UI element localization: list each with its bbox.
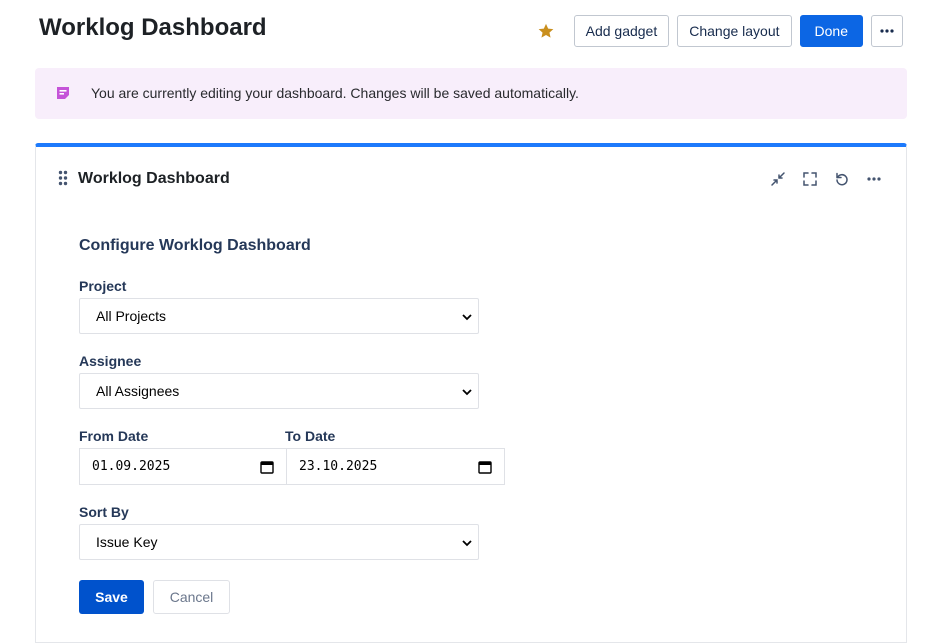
project-select[interactable]: All Projects [79,298,479,334]
chevron-down-icon [462,314,472,321]
config-heading: Configure Worklog Dashboard [79,237,311,254]
sort-by-select-value: Issue Key [96,534,158,550]
assignee-select-value: All Assignees [96,383,180,399]
gadget-card: Worklog Dashboard Configure Worklog Dash… [35,143,907,643]
to-date-label: To Date [285,428,336,444]
page-title: Worklog Dashboard [39,14,267,41]
assignee-select[interactable]: All Assignees [79,373,479,409]
edit-note-icon [55,85,71,101]
fullscreen-icon[interactable] [798,167,822,191]
cancel-button[interactable]: Cancel [153,580,230,614]
calendar-icon[interactable] [478,460,492,474]
gadget-actions [766,167,886,191]
banner-message: You are currently editing your dashboard… [91,85,579,101]
calendar-icon[interactable] [260,460,274,474]
refresh-icon[interactable] [830,167,854,191]
more-horizontal-icon[interactable] [862,167,886,191]
from-date-value: 01.09.2025 [92,459,171,474]
add-gadget-button[interactable]: Add gadget [573,15,670,47]
sort-by-label: Sort By [79,504,129,520]
star-icon[interactable] [534,15,558,47]
to-date-value: 23.10.2025 [299,459,378,474]
chevron-down-icon [462,389,472,396]
more-options-button[interactable] [871,15,903,47]
to-date-input[interactable]: 23.10.2025 [286,448,505,485]
from-date-input[interactable]: 01.09.2025 [79,448,287,485]
editing-banner: You are currently editing your dashboard… [35,68,907,119]
minimize-icon[interactable] [766,167,790,191]
assignee-label: Assignee [79,353,142,369]
page-header: Worklog Dashboard Add gadget Change layo… [0,0,939,60]
more-horizontal-icon [880,29,894,33]
header-actions: Add gadget Change layout Done [534,15,903,47]
change-layout-button[interactable]: Change layout [677,15,792,47]
chevron-down-icon [462,540,472,547]
drag-handle-icon[interactable] [58,170,68,186]
gadget-title: Worklog Dashboard [78,170,230,187]
project-label: Project [79,278,127,294]
project-select-value: All Projects [96,308,167,324]
from-date-label: From Date [79,428,149,444]
sort-by-select[interactable]: Issue Key [79,524,479,560]
done-button[interactable]: Done [799,15,863,47]
save-button[interactable]: Save [79,580,144,614]
